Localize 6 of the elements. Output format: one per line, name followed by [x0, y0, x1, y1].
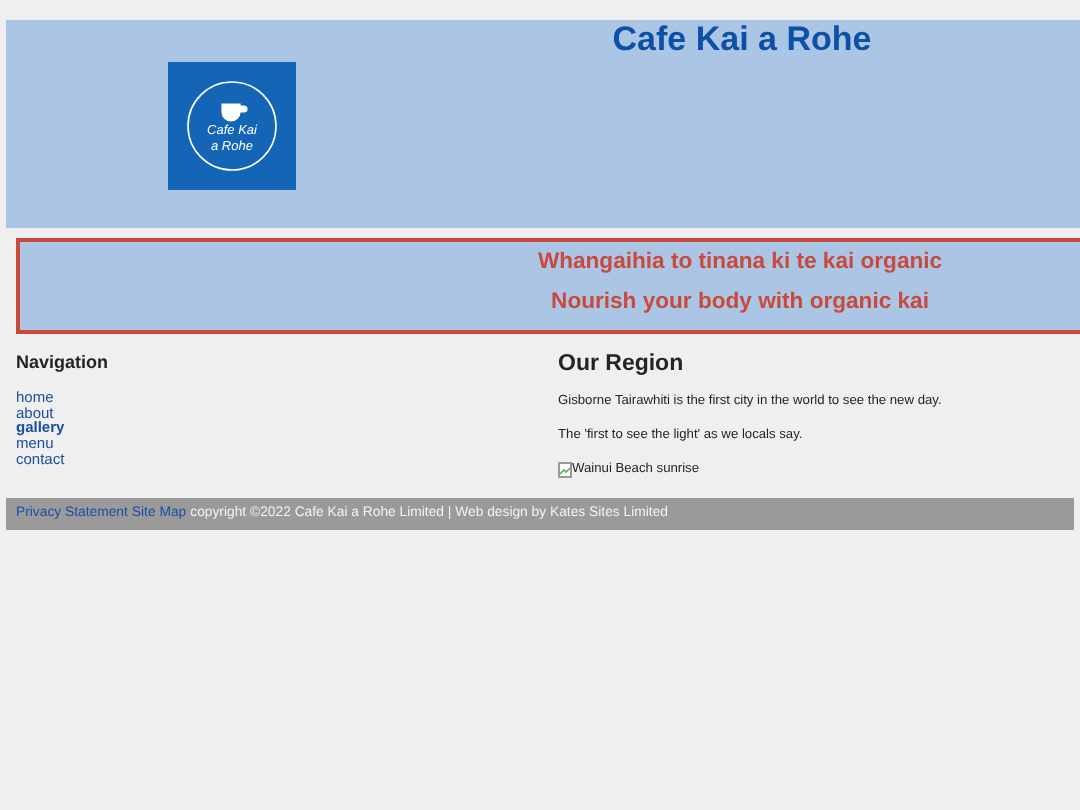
tagline: Whangaihia to tinana ki te kai organic	[537, 252, 943, 275]
broken-image-icon	[558, 461, 572, 478]
section-heading: Our Region	[558, 352, 686, 380]
navigation-heading: Navigation	[16, 352, 111, 374]
site-title: Cafe Kai a Rohe	[610, 22, 874, 60]
tagline: Nourish your body with organic kai	[551, 292, 929, 316]
